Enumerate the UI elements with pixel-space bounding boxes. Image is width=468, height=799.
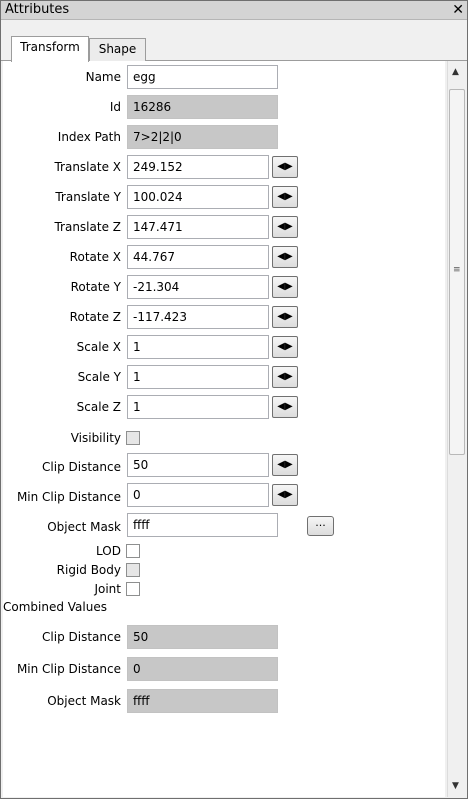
combined-min-clip-distance-field: 0 — [127, 657, 278, 681]
object-mask-browse-button[interactable]: ... — [307, 516, 334, 536]
scroll-grip-icon: ≡ — [453, 265, 461, 275]
lod-label: LOD — [96, 544, 121, 558]
min-clip-distance-label: Min Clip Distance — [16, 490, 121, 504]
id-field: 16286 — [127, 95, 278, 119]
rotate-x-spinner[interactable]: ◀▶ — [272, 246, 298, 268]
object-mask-field[interactable]: ffff — [127, 513, 278, 537]
clip-distance-label: Clip Distance — [42, 460, 121, 474]
translate-z-field[interactable]: 147.471 — [127, 215, 269, 239]
rotate-y-field[interactable]: -21.304 — [127, 275, 269, 299]
index-path-field: 7>2|2|0 — [127, 125, 278, 149]
scale-x-field[interactable]: 1 — [127, 335, 269, 359]
rotate-z-spinner[interactable]: ◀▶ — [272, 306, 298, 328]
tab-transform[interactable]: Transform — [11, 36, 89, 62]
combined-clip-distance-field: 50 — [127, 625, 278, 649]
panel-titlebar: Attributes ✕ — [1, 1, 467, 20]
scroll-up-arrow-icon[interactable]: ▲ — [452, 67, 459, 77]
min-clip-distance-field[interactable]: 0 — [127, 483, 269, 507]
scroll-thumb[interactable]: ≡ — [449, 89, 465, 455]
clip-distance-field[interactable]: 50 — [127, 453, 269, 477]
rotate-y-spinner[interactable]: ◀▶ — [272, 276, 298, 298]
scale-y-field[interactable]: 1 — [127, 365, 269, 389]
visibility-checkbox[interactable] — [126, 431, 140, 445]
scale-x-label: Scale X — [76, 340, 121, 354]
translate-y-label: Translate Y — [55, 190, 121, 204]
scale-z-field[interactable]: 1 — [127, 395, 269, 419]
rotate-y-label: Rotate Y — [70, 280, 121, 294]
attributes-panel: Attributes ✕ Transform Shape Name egg Id… — [0, 0, 468, 799]
rotate-z-field[interactable]: -117.423 — [127, 305, 269, 329]
combined-values-heading: Combined Values — [3, 600, 107, 614]
lod-checkbox[interactable] — [126, 544, 140, 558]
combined-clip-distance-label: Clip Distance — [42, 630, 121, 644]
rigid-body-checkbox[interactable] — [126, 563, 140, 577]
translate-x-label: Translate X — [54, 160, 121, 174]
joint-label: Joint — [94, 582, 121, 596]
joint-checkbox[interactable] — [126, 582, 140, 596]
combined-object-mask-label: Object Mask — [47, 694, 121, 708]
translate-x-spinner[interactable]: ◀▶ — [272, 156, 298, 178]
name-label: Name — [85, 70, 121, 84]
panel-title: Attributes — [5, 2, 70, 17]
vertical-scrollbar[interactable]: ▲ ≡ ▼ — [447, 61, 467, 797]
scale-x-spinner[interactable]: ◀▶ — [272, 336, 298, 358]
transform-content: Name egg Id 16286 Index Path 7>2|2|0 Tra… — [3, 61, 445, 797]
name-field[interactable]: egg — [127, 65, 278, 89]
rotate-z-label: Rotate Z — [69, 310, 121, 324]
scale-y-label: Scale Y — [77, 370, 121, 384]
id-label: Id — [109, 100, 121, 114]
tab-shape[interactable]: Shape — [89, 38, 146, 61]
tab-strip: Transform Shape — [1, 20, 467, 62]
scale-y-spinner[interactable]: ◀▶ — [272, 366, 298, 388]
translate-y-field[interactable]: 100.024 — [127, 185, 269, 209]
combined-min-clip-distance-label: Min Clip Distance — [16, 662, 121, 676]
index-path-label: Index Path — [57, 130, 121, 144]
min-clip-distance-spinner[interactable]: ◀▶ — [272, 484, 298, 506]
translate-y-spinner[interactable]: ◀▶ — [272, 186, 298, 208]
scale-z-label: Scale Z — [76, 400, 121, 414]
translate-z-spinner[interactable]: ◀▶ — [272, 216, 298, 238]
close-icon[interactable]: ✕ — [452, 1, 464, 19]
translate-x-field[interactable]: 249.152 — [127, 155, 269, 179]
scale-z-spinner[interactable]: ◀▶ — [272, 396, 298, 418]
scroll-down-arrow-icon[interactable]: ▼ — [452, 781, 459, 791]
rotate-x-label: Rotate X — [69, 250, 121, 264]
combined-object-mask-field: ffff — [127, 689, 278, 713]
rigid-body-label: Rigid Body — [56, 563, 121, 577]
translate-z-label: Translate Z — [54, 220, 121, 234]
rotate-x-field[interactable]: 44.767 — [127, 245, 269, 269]
object-mask-label: Object Mask — [47, 520, 121, 534]
clip-distance-spinner[interactable]: ◀▶ — [272, 454, 298, 476]
visibility-label: Visibility — [70, 431, 121, 445]
